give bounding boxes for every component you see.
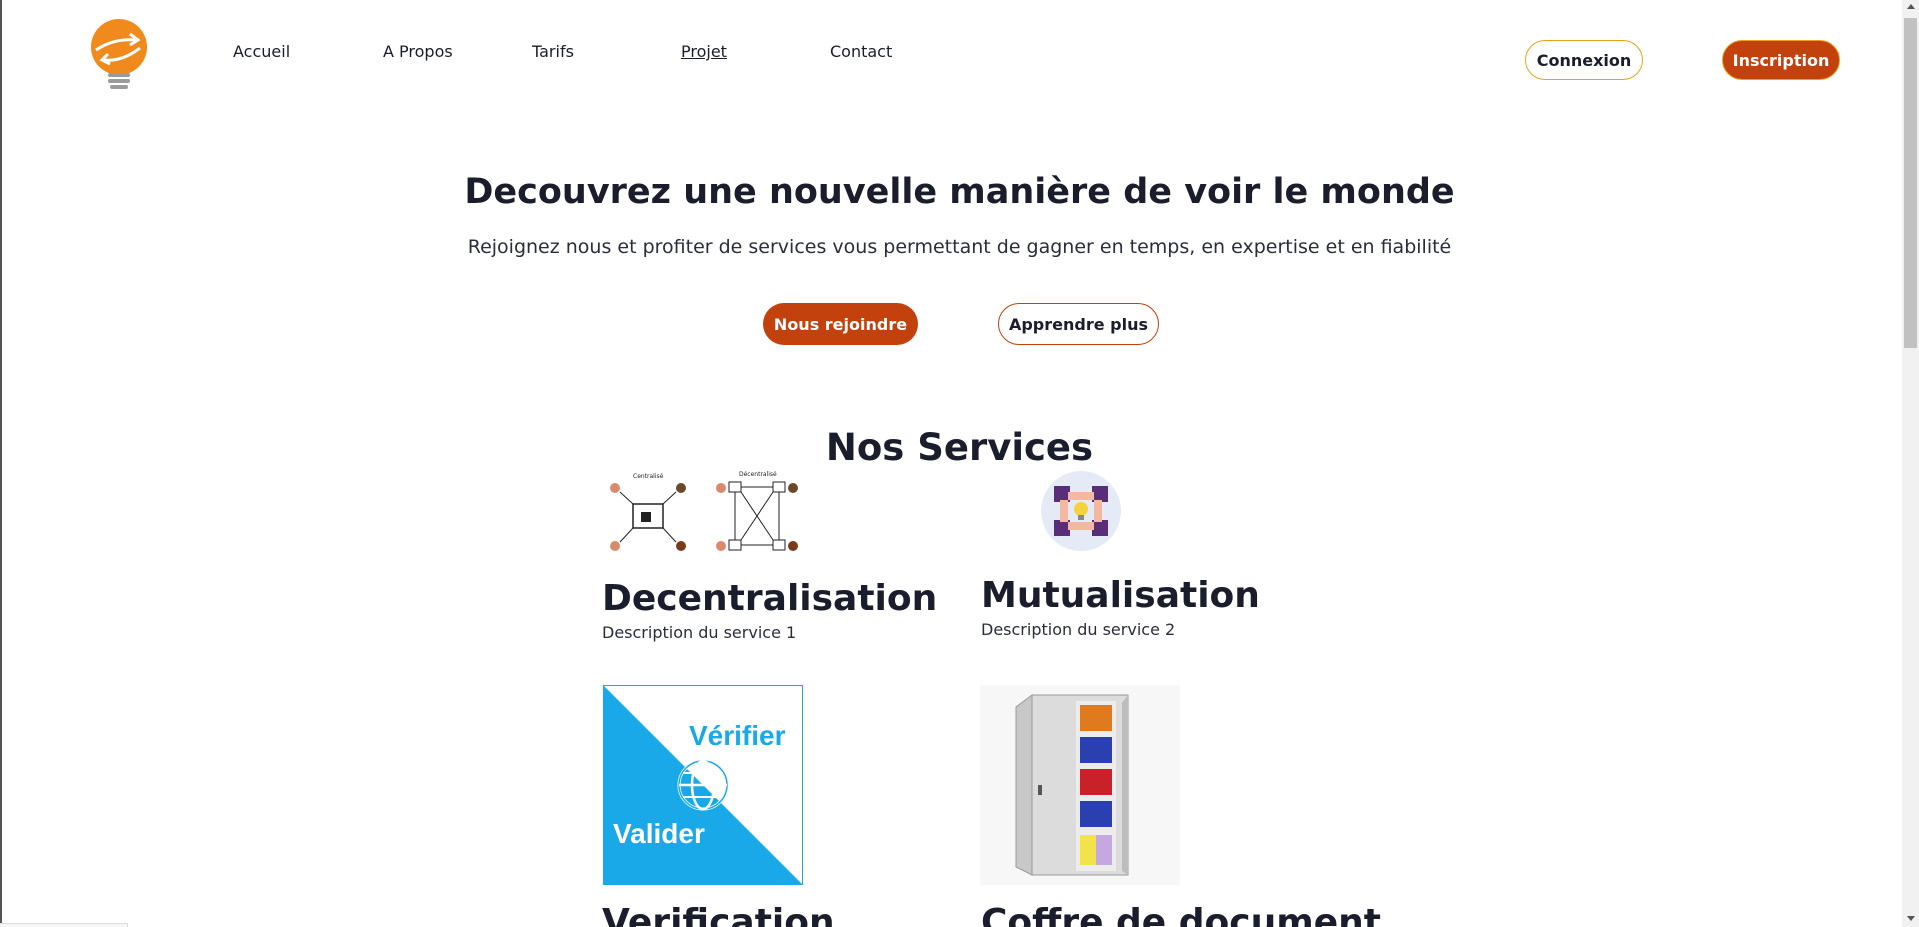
scroll-up-arrow-icon[interactable] (1907, 4, 1915, 9)
join-button[interactable]: Nous rejoindre (763, 303, 918, 345)
signup-button[interactable]: Inscription (1722, 40, 1840, 80)
nav-a-propos[interactable]: A Propos (383, 42, 453, 61)
nav-tarifs[interactable]: Tarifs (532, 42, 574, 61)
verify-validate-image: Vérifier Valider (603, 685, 803, 885)
service-desc-decentralisation: Description du service 1 (602, 623, 797, 642)
service-name-decentralisation: Decentralisation (602, 578, 938, 619)
nav-contact[interactable]: Contact (830, 42, 892, 61)
service-name-coffre: Coffre de document (981, 902, 1381, 927)
services-title: Nos Services (825, 426, 1094, 469)
hands-lightbulb-icon (1040, 470, 1122, 552)
service-desc-mutualisation: Description du service 2 (981, 620, 1176, 639)
service-name-mutualisation: Mutualisation (981, 575, 1260, 616)
hero-subtitle: Rejoignez nous et profiter de services v… (467, 236, 1452, 258)
nav-accueil[interactable]: Accueil (233, 42, 290, 61)
scroll-thumb[interactable] (1904, 18, 1917, 348)
diagram-label-centralise: Centralisé (633, 473, 664, 480)
validate-text: Valider (613, 818, 705, 849)
learn-more-button[interactable]: Apprendre plus (998, 303, 1159, 345)
service-name-verification: Verification (602, 902, 835, 927)
scroll-down-arrow-icon[interactable] (1907, 916, 1915, 921)
nav-projet[interactable]: Projet (681, 42, 727, 61)
status-bar-fragment (0, 923, 128, 927)
diagram-label-decentralise: Décentralisé (739, 471, 777, 478)
login-button[interactable]: Connexion (1525, 40, 1643, 80)
lightbulb-logo-icon[interactable] (86, 18, 152, 92)
vertical-scrollbar[interactable] (1902, 0, 1919, 927)
document-safe-icon (980, 685, 1180, 885)
hero-title: Decouvrez une nouvelle manière de voir l… (464, 172, 1455, 212)
verify-text: Vérifier (689, 720, 786, 751)
decentralisation-diagram-icon: Centralisé Décentralisé (603, 470, 803, 556)
